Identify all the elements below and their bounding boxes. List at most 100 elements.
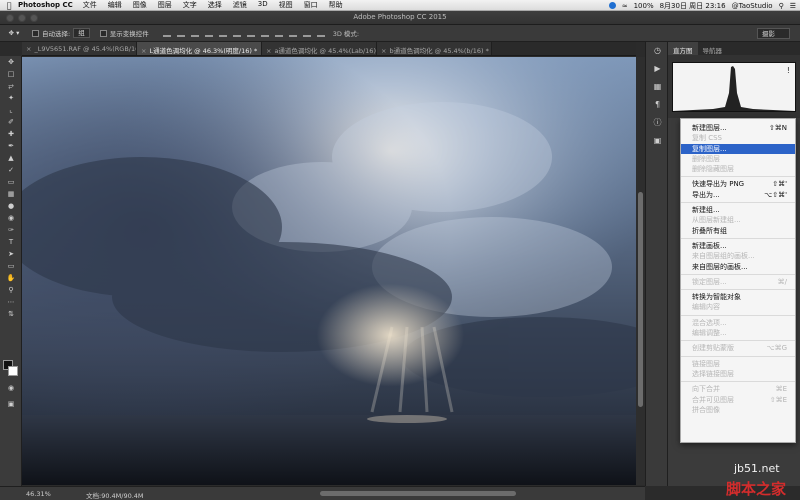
menu-item-label: 编辑调整...: [692, 329, 727, 338]
align-bottom-icon[interactable]: [190, 29, 199, 37]
workspace-dropdown[interactable]: 摄影: [757, 28, 790, 39]
pen-tool-icon[interactable]: ✑: [0, 224, 22, 236]
more-tools-icon[interactable]: ⋯: [0, 296, 22, 308]
actions-play-icon[interactable]: ▶: [646, 60, 669, 78]
hand-tool-icon[interactable]: ✋: [0, 272, 22, 284]
align-middle-icon[interactable]: [176, 29, 185, 37]
align-left-icon[interactable]: [204, 29, 213, 37]
app-menu[interactable]: Photoshop CC: [18, 1, 73, 9]
swap-colors-icon[interactable]: ⇅: [0, 308, 22, 320]
wifi-icon[interactable]: ≈: [622, 2, 628, 10]
horizontal-scroll-thumb[interactable]: [320, 491, 516, 496]
panel-tab[interactable]: 导航器: [698, 42, 728, 55]
document-tab[interactable]: × b通道色调均化 @ 45.4%(b/16) *: [377, 42, 492, 55]
eyedropper-tool-icon[interactable]: ✐: [0, 116, 22, 128]
close-tab-icon[interactable]: ×: [141, 47, 146, 55]
show-transform-checkbox[interactable]: [99, 29, 107, 37]
move-tool-icon[interactable]: ✥: [0, 56, 22, 68]
vertical-scroll-thumb[interactable]: [638, 192, 643, 407]
menu-item[interactable]: 滤镜: [233, 0, 247, 10]
distribute-left-icon[interactable]: [288, 29, 297, 37]
zoom-level[interactable]: 46.31%: [26, 490, 51, 498]
context-menu-item[interactable]: 导出为... ⌥⇧⌘': [681, 190, 795, 200]
shape-tool-icon[interactable]: ▭: [0, 260, 22, 272]
dodge-tool-icon[interactable]: ◉: [0, 212, 22, 224]
tab-label: b通道色调均化 @ 45.4%(b/16) *: [389, 47, 489, 55]
auto-select-checkbox[interactable]: [32, 29, 39, 37]
distribute-middle-icon[interactable]: [260, 29, 269, 37]
vertical-scrollbar[interactable]: [636, 57, 645, 485]
context-menu-item: 从图层新建组...: [681, 215, 795, 225]
document-size[interactable]: 文档:90.4M/90.4M: [86, 490, 144, 500]
align-right-icon[interactable]: [232, 29, 241, 37]
path-select-tool-icon[interactable]: ➤: [0, 248, 22, 260]
lasso-tool-icon[interactable]: ⥂: [0, 80, 22, 92]
context-menu-item[interactable]: 新建组...: [681, 205, 795, 215]
document-tab[interactable]: × _L9V5651.RAF @ 45.4%(RGB/16*): [22, 42, 137, 55]
zoom-tool-icon[interactable]: ⚲: [0, 284, 22, 296]
menu-item[interactable]: 图层: [158, 0, 172, 10]
menu-item[interactable]: 帮助: [329, 0, 343, 10]
screen-mode-icon[interactable]: ▣: [0, 398, 22, 410]
info-panel-icon[interactable]: ⓘ: [646, 114, 669, 132]
menu-item[interactable]: 选择: [208, 0, 222, 10]
libraries-icon[interactable]: ▣: [646, 132, 669, 150]
close-tab-icon[interactable]: ×: [381, 47, 386, 55]
menu-item[interactable]: 3D: [258, 0, 268, 10]
context-menu-item: 删除隐藏图层: [681, 164, 795, 174]
close-tab-icon[interactable]: ×: [26, 45, 31, 53]
document-canvas[interactable]: [22, 57, 636, 485]
menu-item[interactable]: 视图: [279, 0, 293, 10]
quick-select-tool-icon[interactable]: ✦: [0, 92, 22, 104]
distribute-top-icon[interactable]: [246, 29, 255, 37]
context-menu-item[interactable]: 快速导出为 PNG ⇧⌘': [681, 179, 795, 189]
quick-mask-icon[interactable]: ◉: [0, 382, 22, 394]
clock[interactable]: 8月30日 周日 23:16: [660, 1, 726, 11]
document-tab[interactable]: × L通道色调均化 @ 46.3%(明度/16) *: [137, 42, 262, 55]
context-menu-item[interactable]: 转换为智能对象: [681, 292, 795, 302]
context-menu-item[interactable]: 来自图层的画板...: [681, 262, 795, 272]
context-menu-item[interactable]: 复制图层...: [681, 143, 795, 154]
info-icon[interactable]: [608, 2, 616, 9]
panel-tab[interactable]: 直方图: [668, 42, 698, 55]
list-icon[interactable]: ☰: [790, 2, 796, 10]
menu-item[interactable]: 图像: [133, 0, 147, 10]
menu-item[interactable]: 窗口: [304, 0, 318, 10]
distribute-center-icon[interactable]: [302, 29, 311, 37]
menu-item[interactable]: 文字: [183, 0, 197, 10]
brush-tool-icon[interactable]: ✒: [0, 140, 22, 152]
distribute-right-icon[interactable]: [316, 29, 325, 37]
context-menu-item[interactable]: 折叠所有组: [681, 226, 795, 236]
align-top-icon[interactable]: [162, 29, 171, 37]
auto-select-dropdown[interactable]: 组: [73, 28, 90, 38]
history-icon[interactable]: ◷: [646, 42, 669, 60]
search-icon[interactable]: ⚲: [779, 2, 784, 10]
apple-icon[interactable]: : [0, 1, 18, 10]
blur-tool-icon[interactable]: ●: [0, 200, 22, 212]
distribute-bottom-icon[interactable]: [274, 29, 283, 37]
history-brush-icon[interactable]: ✓: [0, 164, 22, 176]
close-tab-icon[interactable]: ×: [266, 47, 271, 55]
document-tabs: × _L9V5651.RAF @ 45.4%(RGB/16*) × L通道色调均化 @…: [22, 42, 636, 56]
stamp-tool-icon[interactable]: ▲: [0, 152, 22, 164]
context-menu-item[interactable]: 新建图层... ⇧⌘N: [681, 123, 795, 133]
document-tab[interactable]: × a通道色调均化 @ 45.4%(Lab/16) *: [262, 42, 377, 55]
marquee-tool-icon[interactable]: □: [0, 68, 22, 80]
move-tool-icon[interactable]: ✥ ▾: [0, 29, 28, 37]
battery-label[interactable]: 100%: [634, 2, 654, 10]
properties-icon[interactable]: ▦: [646, 78, 669, 96]
healing-tool-icon[interactable]: ✚: [0, 128, 22, 140]
warning-icon[interactable]: !: [787, 66, 790, 75]
align-center-icon[interactable]: [218, 29, 227, 37]
menu-item-label: 新建组...: [692, 206, 720, 215]
context-menu-item[interactable]: 新建画板...: [681, 241, 795, 251]
eraser-tool-icon[interactable]: ▭: [0, 176, 22, 188]
menu-item[interactable]: 编辑: [108, 0, 122, 10]
gradient-tool-icon[interactable]: ▦: [0, 188, 22, 200]
type-tool-icon[interactable]: T: [0, 236, 22, 248]
menu-item[interactable]: 文件: [83, 0, 97, 10]
paragraph-icon[interactable]: ¶: [646, 96, 669, 114]
user-name[interactable]: @TaoStudio: [732, 2, 773, 10]
background-color-swatch[interactable]: [8, 366, 18, 376]
crop-tool-icon[interactable]: ⌞: [0, 104, 22, 116]
